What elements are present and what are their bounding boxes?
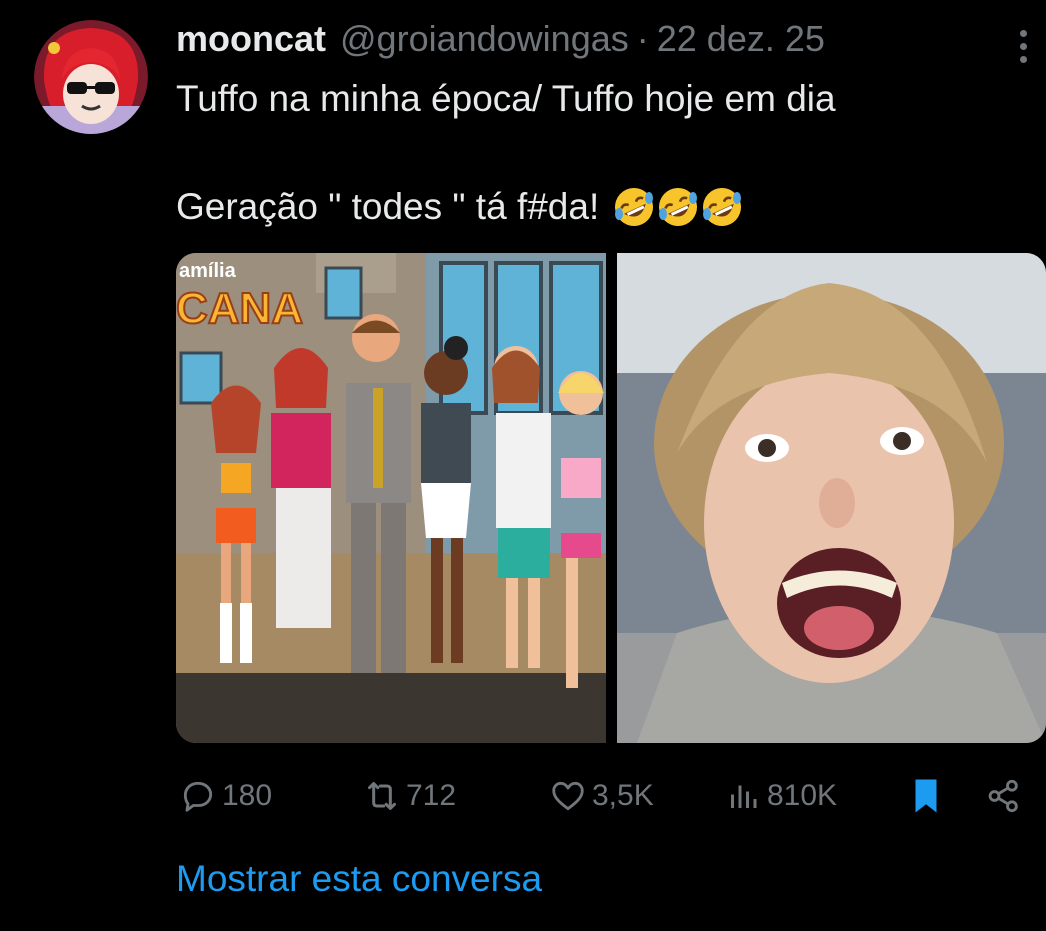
share-icon (982, 774, 1026, 818)
cartoon-caption-line2: CANA (176, 284, 303, 333)
tweet-media: amília CANA (176, 253, 1046, 743)
bookmark-icon (904, 774, 948, 818)
boy-photo-image[interactable] (617, 253, 1046, 743)
repost-button[interactable]: 712 (360, 770, 456, 822)
like-button[interactable]: 3,5K (546, 770, 654, 822)
author-avatar[interactable] (34, 20, 148, 134)
author-handle[interactable]: @groiandowingas (340, 18, 629, 60)
repost-count: 712 (406, 779, 457, 812)
tweet-text-line1: Tuffo na minha época/ Tuffo hoje em dia (176, 78, 836, 119)
reply-button[interactable]: 180 (176, 770, 272, 822)
repost-icon (360, 774, 404, 818)
views-chart-icon (721, 774, 765, 818)
reply-count: 180 (222, 779, 273, 812)
tweet-header: mooncat @groiandowingas · 22 dez. 25 (176, 18, 996, 64)
views-button[interactable]: 810K (721, 770, 837, 822)
rolling-laughing-emoji (701, 186, 743, 228)
separator-dot: · (636, 18, 649, 59)
tweet-date[interactable]: 22 dez. 25 (657, 18, 825, 60)
cartoon-family-image[interactable]: amília CANA (176, 253, 606, 743)
rolling-laughing-emoji (657, 186, 699, 228)
show-conversation-link[interactable]: Mostrar esta conversa (176, 858, 542, 900)
tweet-text-line2-content: Geração " todes " tá f#da! (176, 186, 600, 227)
more-options-icon[interactable] (1006, 24, 1040, 68)
bookmark-button[interactable] (904, 770, 948, 822)
cartoon-caption-line1: amília (179, 260, 237, 282)
reply-icon (176, 774, 220, 818)
views-count: 810K (767, 779, 838, 812)
author-name[interactable]: mooncat (176, 18, 326, 60)
tweet-text-line2: Geração " todes " tá f#da! (176, 186, 743, 228)
share-button[interactable] (982, 770, 1026, 822)
like-count: 3,5K (592, 779, 654, 812)
heart-icon (546, 774, 590, 818)
rolling-laughing-emoji (613, 186, 655, 228)
tweet-actions: 180 712 3,5K 810K (176, 770, 1036, 822)
